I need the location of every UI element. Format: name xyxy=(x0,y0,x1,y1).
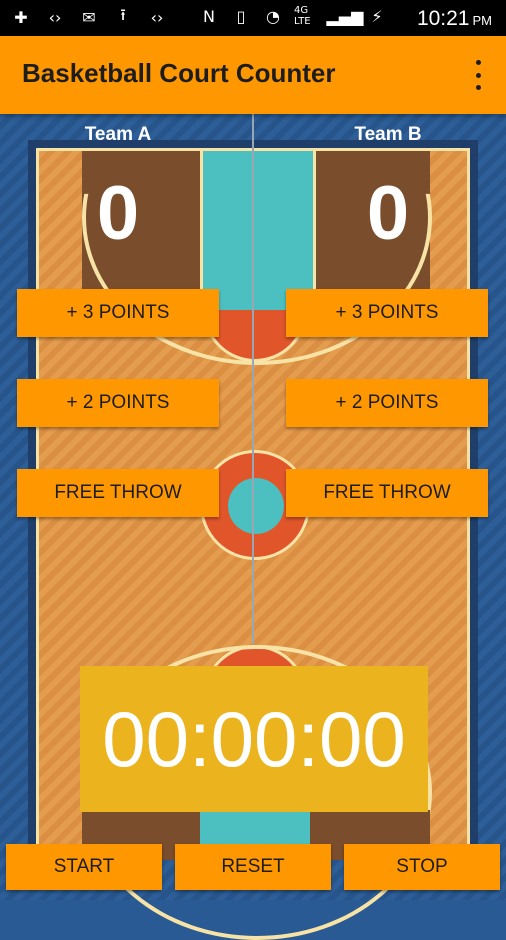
status-icons-right: N ▯ ◔ 4G LTE ▂▄▆ ⚡ xyxy=(198,5,388,27)
team-b-two-points-button[interactable]: + 2 POINTS xyxy=(286,379,488,427)
clock-ampm: PM xyxy=(472,13,493,28)
usb-icon: ⭱ xyxy=(120,4,126,24)
mail-icon: ✉ xyxy=(82,7,96,27)
team-b-three-points-button[interactable]: + 3 POINTS xyxy=(286,289,488,337)
team-b-label: Team B xyxy=(354,124,422,145)
code-icon: ‹› xyxy=(150,7,164,27)
plus-box-icon: ✚ xyxy=(14,7,28,27)
team-a-score: 0 xyxy=(96,171,140,256)
battery-charging-icon: ⚡ xyxy=(371,6,383,26)
team-a-free-throw-button[interactable]: FREE THROW xyxy=(17,469,219,517)
center-circle-inner xyxy=(228,478,284,534)
network-type-label: 4G LTE xyxy=(294,5,311,27)
status-icons-left: ✚ ‹› ✉ ⭱ ‹› xyxy=(10,4,168,28)
overflow-menu-icon[interactable] xyxy=(472,60,484,90)
app-title: Basketball Court Counter xyxy=(22,58,336,88)
app-bar: Basketball Court Counter xyxy=(0,36,506,114)
team-divider xyxy=(252,114,254,644)
team-a-two-points-button[interactable]: + 2 POINTS xyxy=(17,379,219,427)
wifi-icon: ◔ xyxy=(266,6,280,26)
stop-button[interactable]: STOP xyxy=(344,844,500,890)
signal-icon: ▂▄▆ xyxy=(326,6,364,26)
status-clock: 10:21 PM xyxy=(417,7,492,31)
team-b-free-throw-button[interactable]: FREE THROW xyxy=(286,469,488,517)
team-a-three-points-button[interactable]: + 3 POINTS xyxy=(17,289,219,337)
team-b-score: 0 xyxy=(366,171,410,256)
code-icon: ‹› xyxy=(48,7,62,27)
vibrate-icon: ▯ xyxy=(236,6,246,26)
reset-button[interactable]: RESET xyxy=(175,844,331,890)
clock-time: 10:21 xyxy=(416,7,470,30)
game-timer: 00:00:00 xyxy=(80,666,428,812)
start-button[interactable]: START xyxy=(6,844,162,890)
status-bar: ✚ ‹› ✉ ⭱ ‹› N ▯ ◔ 4G LTE ▂▄▆ ⚡ 10:21 PM xyxy=(0,0,506,36)
nfc-icon: N xyxy=(203,6,215,26)
team-a-label: Team A xyxy=(84,124,152,145)
